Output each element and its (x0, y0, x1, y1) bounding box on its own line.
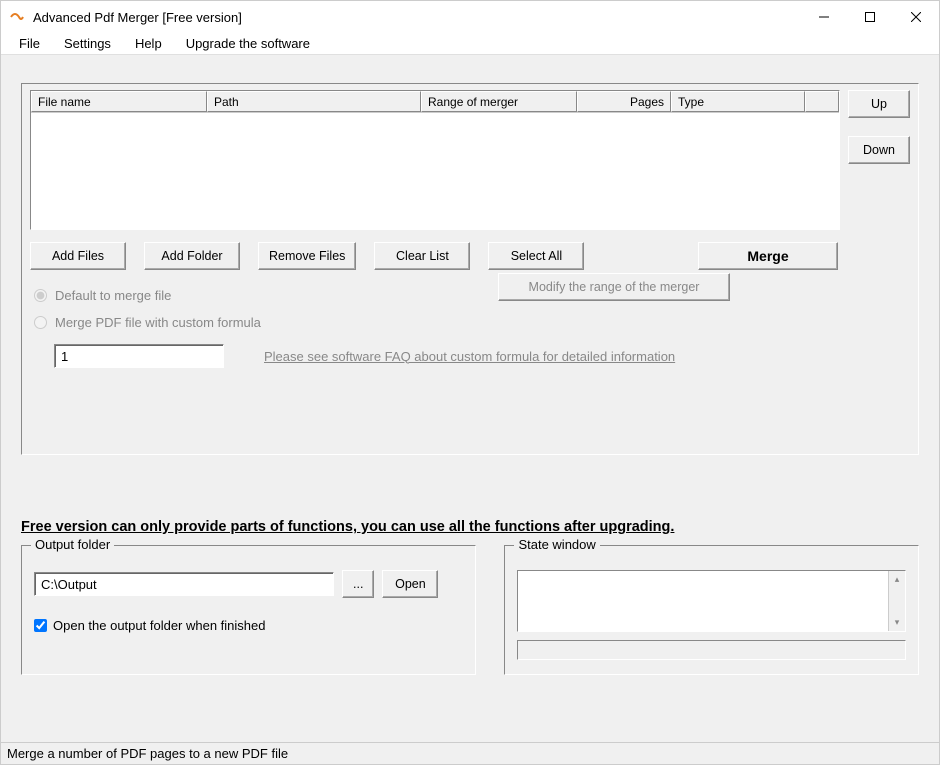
scroll-up-icon[interactable]: ▴ (889, 571, 905, 588)
output-folder-group: Output folder ... Open Open the output f… (21, 545, 476, 675)
upgrade-notice: Free version can only provide parts of f… (21, 519, 919, 535)
status-text: Merge a number of PDF pages to a new PDF… (7, 746, 288, 761)
menu-file[interactable]: File (9, 34, 50, 53)
down-button[interactable]: Down (848, 136, 910, 164)
col-filename[interactable]: File name (31, 91, 207, 112)
list-header: File name Path Range of merger Pages Typ… (31, 91, 839, 113)
clear-list-button[interactable]: Clear List (374, 242, 470, 270)
menubar: File Settings Help Upgrade the software (1, 33, 939, 55)
faq-link[interactable]: Please see software FAQ about custom for… (264, 349, 675, 364)
merge-button[interactable]: Merge (698, 242, 838, 270)
add-folder-button[interactable]: Add Folder (144, 242, 240, 270)
select-all-button[interactable]: Select All (488, 242, 584, 270)
menu-help[interactable]: Help (125, 34, 172, 53)
minimize-button[interactable] (801, 1, 847, 33)
modify-range-button[interactable]: Modify the range of the merger (498, 273, 730, 301)
scroll-down-icon[interactable]: ▾ (889, 614, 905, 631)
menu-upgrade[interactable]: Upgrade the software (176, 34, 320, 53)
file-list[interactable]: File name Path Range of merger Pages Typ… (30, 90, 840, 230)
col-range[interactable]: Range of merger (421, 91, 577, 112)
col-pages[interactable]: Pages (577, 91, 671, 112)
app-icon (9, 9, 25, 25)
output-legend: Output folder (31, 537, 114, 552)
state-text[interactable]: ▴ ▾ (517, 570, 906, 632)
file-panel: File name Path Range of merger Pages Typ… (21, 83, 919, 455)
open-when-finished-checkbox[interactable] (34, 619, 47, 632)
radio-default-merge[interactable] (34, 289, 47, 302)
close-button[interactable] (893, 1, 939, 33)
browse-button[interactable]: ... (342, 570, 374, 598)
remove-files-button[interactable]: Remove Files (258, 242, 356, 270)
state-window-group: State window ▴ ▾ (504, 545, 919, 675)
statusbar: Merge a number of PDF pages to a new PDF… (1, 742, 939, 764)
col-type[interactable]: Type (671, 91, 805, 112)
state-scrollbar[interactable]: ▴ ▾ (888, 571, 905, 631)
open-button[interactable]: Open (382, 570, 438, 598)
titlebar: Advanced Pdf Merger [Free version] (1, 1, 939, 33)
window-title: Advanced Pdf Merger [Free version] (33, 10, 801, 25)
maximize-button[interactable] (847, 1, 893, 33)
formula-input[interactable] (54, 344, 224, 368)
output-path-input[interactable] (34, 572, 334, 596)
radio-custom-label: Merge PDF file with custom formula (55, 315, 261, 330)
state-legend: State window (514, 537, 599, 552)
col-spacer (805, 91, 839, 112)
list-body[interactable] (31, 113, 839, 229)
radio-custom-formula[interactable] (34, 316, 47, 329)
radio-default-label: Default to merge file (55, 288, 171, 303)
state-progress (517, 640, 906, 660)
up-button[interactable]: Up (848, 90, 910, 118)
col-path[interactable]: Path (207, 91, 421, 112)
open-when-finished-label: Open the output folder when finished (53, 618, 265, 633)
menu-settings[interactable]: Settings (54, 34, 121, 53)
add-files-button[interactable]: Add Files (30, 242, 126, 270)
